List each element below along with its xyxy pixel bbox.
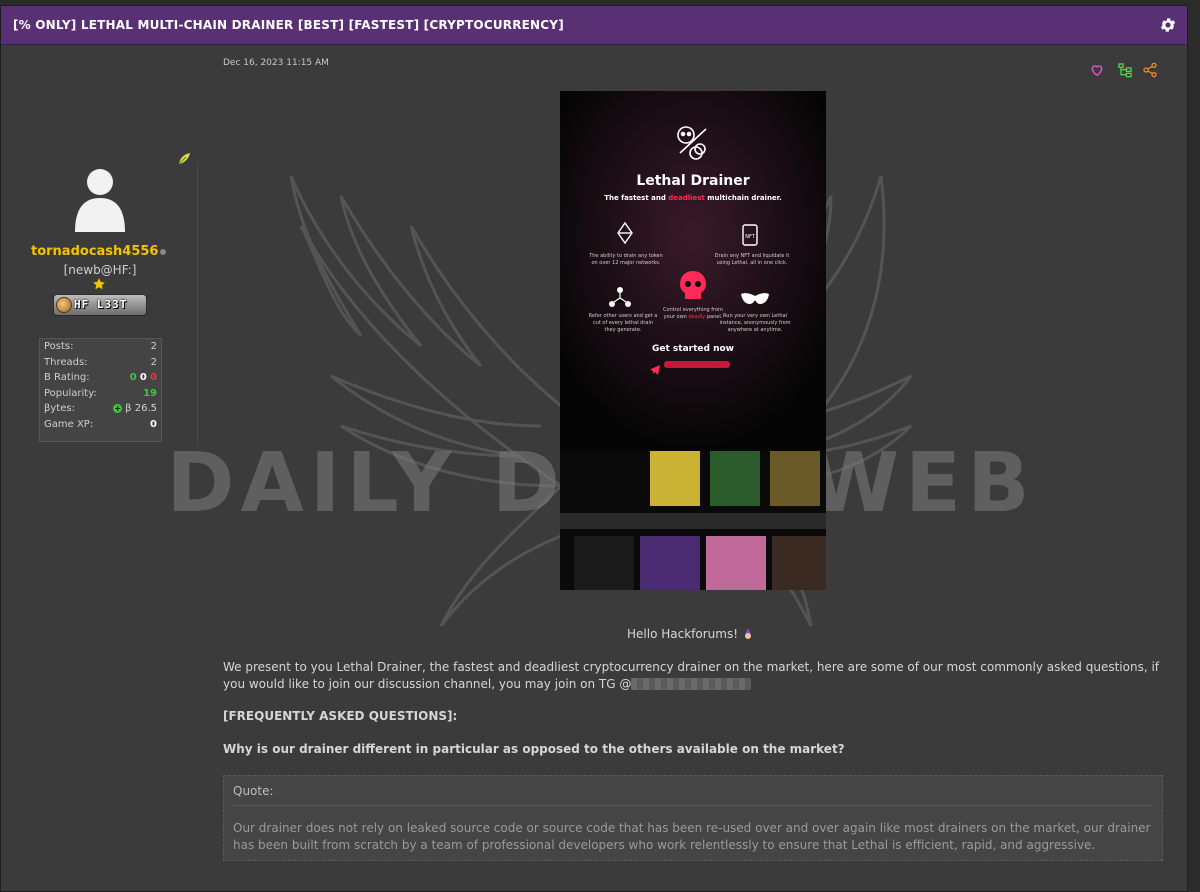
intro-paragraph: We present to you Lethal Drainer, the fa…	[223, 660, 1160, 691]
b-rating-positive: 0	[129, 372, 137, 384]
coin-icon	[56, 297, 72, 313]
redacted-telegram-handle	[631, 678, 752, 690]
thread-header: [% ONLY] LETHAL MULTI-CHAIN DRAINER [BES…	[1, 6, 1187, 45]
feature-tokens: The ability to drain any token on over 1…	[589, 253, 663, 266]
referral-icon	[608, 286, 632, 308]
quote-divider	[233, 805, 1153, 806]
b-rating-negative: 0	[150, 372, 157, 384]
greeting: Hello Hackforums!	[627, 627, 754, 641]
plus-icon[interactable]: +	[113, 403, 123, 413]
tree-icon[interactable]	[1117, 62, 1133, 78]
poster-subtitle: The fastest and deadliest multichain dra…	[604, 194, 782, 202]
user-title: [newb@HF:]	[63, 263, 137, 277]
feature-instance: Run your very own Lethal instance, anony…	[719, 313, 791, 333]
nft-thumbnails	[560, 451, 826, 590]
stat-bytes: βytes: + β 26.5	[44, 403, 157, 415]
promo-image: Lethal Drainer The fastest and deadliest…	[560, 91, 826, 590]
username-link[interactable]: tornadocash4556	[31, 244, 158, 259]
stat-popularity: Popularity: 19	[44, 387, 157, 399]
status-dot	[160, 249, 166, 255]
panel-divider	[197, 164, 198, 444]
wizard-emoji-icon	[742, 628, 754, 640]
feature-referral: Refer other users and get a cut of every…	[588, 313, 658, 333]
share-icon[interactable]	[1142, 62, 1158, 78]
quote-block: Quote: Our drainer does not rely on leak…	[223, 775, 1163, 861]
poster-title: Lethal Drainer	[636, 173, 750, 189]
feature-nft: Drain any NFT and liquidate it using Let…	[714, 253, 790, 266]
faq-question: Why is our drainer different in particul…	[223, 742, 845, 756]
forum-frame: [% ONLY] LETHAL MULTI-CHAIN DRAINER [BES…	[0, 5, 1188, 892]
stat-threads: Threads: 2	[44, 356, 157, 368]
quote-label: Quote:	[233, 784, 274, 798]
skull-logo-icon	[670, 123, 714, 163]
group-badge: HF L33T	[53, 294, 147, 316]
gear-icon[interactable]	[1159, 16, 1177, 34]
redacted-handle	[664, 361, 730, 368]
stat-posts: Posts: 2	[44, 341, 157, 352]
telegram-icon	[650, 360, 660, 375]
thread-title: [% ONLY] LETHAL MULTI-CHAIN DRAINER [BES…	[13, 18, 564, 32]
mask-icon	[739, 291, 771, 307]
leaf-icon	[177, 151, 191, 165]
stat-game-xp: Game XP: 0	[44, 418, 157, 430]
user-panel: tornadocash4556 [newb@HF:] HF L33T Posts…	[25, 146, 200, 446]
quote-text: Our drainer does not rely on leaked sour…	[233, 821, 1151, 852]
post-actions	[1089, 62, 1161, 78]
red-skull-icon	[677, 269, 709, 303]
star-icon	[92, 276, 106, 290]
faq-heading: [FREQUENTLY ASKED QUESTIONS]:	[223, 709, 458, 723]
badge-text: HF L33T	[74, 298, 128, 311]
nft-icon: NFT	[740, 223, 760, 247]
post-date: Dec 16, 2023 11:15 AM	[223, 58, 329, 68]
b-rating-neutral: 0	[139, 372, 147, 384]
svg-text:NFT: NFT	[745, 234, 756, 240]
heart-icon[interactable]	[1089, 62, 1105, 78]
token-icon	[614, 221, 636, 245]
stat-b-rating: B Rating: 0 0 0	[44, 372, 157, 384]
avatar[interactable]	[65, 162, 135, 232]
user-stats: Posts: 2 Threads: 2 B Rating: 0 0 0 Popu…	[39, 338, 162, 442]
get-started-text: Get started now	[652, 344, 734, 354]
